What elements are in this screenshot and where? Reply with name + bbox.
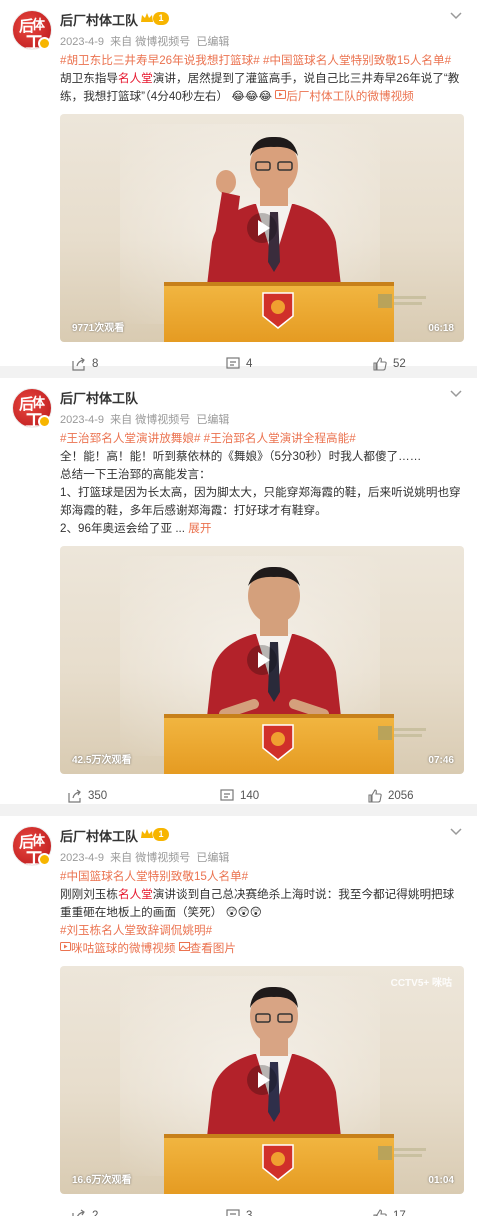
thumbs-up-icon: [373, 357, 387, 371]
feed: 后体工 后厂村体工队 1 2023-4-9 来自 微博视频号 已编辑 #胡卫东比…: [0, 0, 477, 1216]
channel-watermark: CCTV5+ 咪咕: [390, 978, 452, 989]
broadcast-logo: [378, 726, 426, 740]
video-player[interactable]: 42.5万次观看 07:46: [60, 546, 464, 774]
user-level-badge: 1: [140, 827, 170, 842]
topic-tag[interactable]: #刘玉栋名人堂致辞调侃姚明#: [60, 924, 212, 937]
post-date[interactable]: 2023-4-9: [60, 852, 104, 864]
edited-label[interactable]: 已编辑: [196, 852, 229, 864]
play-icon[interactable]: [246, 644, 278, 676]
verified-badge-icon: [38, 853, 51, 866]
video-icon: [275, 90, 287, 99]
comment-icon: [226, 357, 240, 369]
verified-badge-icon: [38, 37, 51, 50]
video-duration: 06:18: [428, 323, 454, 334]
podium: [164, 1134, 394, 1194]
post-text: #胡卫东比三井寿早26年说我想打篮球# #中国篮球名人堂特别致敬15人名单# 胡…: [60, 54, 460, 103]
video-icon: [60, 942, 71, 951]
author-name[interactable]: 后厂村体工队: [60, 10, 138, 29]
podium: [164, 282, 394, 342]
topic-tag[interactable]: #王治郅名人堂演讲全程高能#: [204, 432, 356, 445]
topic-tag[interactable]: #胡卫东比三井寿早26年说我想打篮球#: [60, 54, 260, 67]
hall-of-fame-logo: [262, 292, 294, 329]
post-meta: 2023-4-9 来自 微博视频号 已编辑: [60, 849, 229, 865]
video-link[interactable]: 咪咕篮球的微博视频: [60, 942, 179, 955]
post-source: 来自 微博视频号: [110, 852, 191, 864]
thumbs-up-icon: [368, 789, 382, 803]
topic-tag[interactable]: #王治郅名人堂演讲放舞娘#: [60, 432, 200, 445]
emoji: 😲😲😲: [225, 906, 262, 919]
author-name[interactable]: 后厂村体工队: [60, 388, 138, 407]
verified-badge-icon: [38, 415, 51, 428]
view-count: 42.5万次观看: [72, 755, 132, 766]
edited-label[interactable]: 已编辑: [196, 36, 229, 48]
video-link[interactable]: 后厂村体工队的微博视频: [275, 90, 414, 103]
chevron-down-icon[interactable]: [449, 386, 463, 400]
post-meta: 2023-4-9 来自 微博视频号 已编辑: [60, 411, 229, 427]
expand-link[interactable]: 展开: [188, 522, 211, 535]
hall-of-fame-logo: [262, 724, 294, 761]
user-level-badge: 1: [140, 11, 170, 26]
post-source: 来自 微博视频号: [110, 36, 191, 48]
post-date[interactable]: 2023-4-9: [60, 414, 104, 426]
topic-tag[interactable]: #中国篮球名人堂特别致敬15人名单#: [60, 870, 248, 883]
post-text: #中国篮球名人堂特别致敬15人名单# 刚刚刘玉栋名人堂演讲谈到自己总决赛绝杀上海…: [60, 870, 455, 955]
hall-of-fame-logo: [262, 1144, 294, 1181]
action-bar: 350 140 2056: [0, 778, 477, 816]
post-source: 来自 微博视频号: [110, 414, 191, 426]
video-player[interactable]: 9771次观看 06:18: [60, 114, 464, 342]
post-card: 后体工 后厂村体工队 1 2023-4-9 来自 微博视频号 已编辑 #胡卫东比…: [0, 0, 477, 371]
chevron-down-icon[interactable]: [449, 8, 463, 22]
play-icon[interactable]: [246, 212, 278, 244]
crown-icon: [141, 13, 153, 22]
post-card: 后体工 后厂村体工队 1 2023-4-9 来自 微博视频号 已编辑 #中国篮球…: [0, 816, 477, 1216]
play-icon[interactable]: [246, 1064, 278, 1096]
post-card: 后体工 后厂村体工队 2023-4-9 来自 微博视频号 已编辑 #王治郅名人堂…: [0, 378, 477, 804]
share-icon: [72, 1209, 85, 1216]
broadcast-logo: [378, 1146, 426, 1160]
comment-icon: [220, 789, 234, 801]
post-meta: 2023-4-9 来自 微博视频号 已编辑: [60, 33, 229, 49]
topic-tag[interactable]: #中国篮球名人堂特别致敬15人名单#: [263, 54, 451, 67]
chevron-down-icon[interactable]: [449, 824, 463, 838]
share-icon: [68, 789, 81, 803]
edited-label[interactable]: 已编辑: [196, 414, 229, 426]
view-count: 16.6万次观看: [72, 1175, 132, 1186]
post-text: #王治郅名人堂演讲放舞娘# #王治郅名人堂演讲全程高能# 全！能！高！能！听到蔡…: [60, 432, 461, 535]
post-date[interactable]: 2023-4-9: [60, 36, 104, 48]
video-duration: 01:04: [428, 1175, 454, 1186]
view-images-link[interactable]: 查看图片: [178, 942, 236, 955]
comment-icon: [226, 1209, 240, 1216]
broadcast-logo: [378, 294, 426, 308]
action-bar: 2 3 17: [0, 1198, 477, 1216]
podium: [164, 714, 394, 774]
emoji: 😂😂😂: [231, 90, 272, 103]
image-icon: [178, 942, 190, 951]
author-name[interactable]: 后厂村体工队: [60, 826, 138, 845]
share-icon: [72, 357, 85, 371]
video-player[interactable]: CCTV5+ 咪咕 16.6万次观看 01:04: [60, 966, 464, 1194]
video-duration: 07:46: [428, 755, 454, 766]
crown-icon: [141, 829, 153, 838]
thumbs-up-icon: [373, 1209, 387, 1216]
view-count: 9771次观看: [72, 323, 125, 334]
